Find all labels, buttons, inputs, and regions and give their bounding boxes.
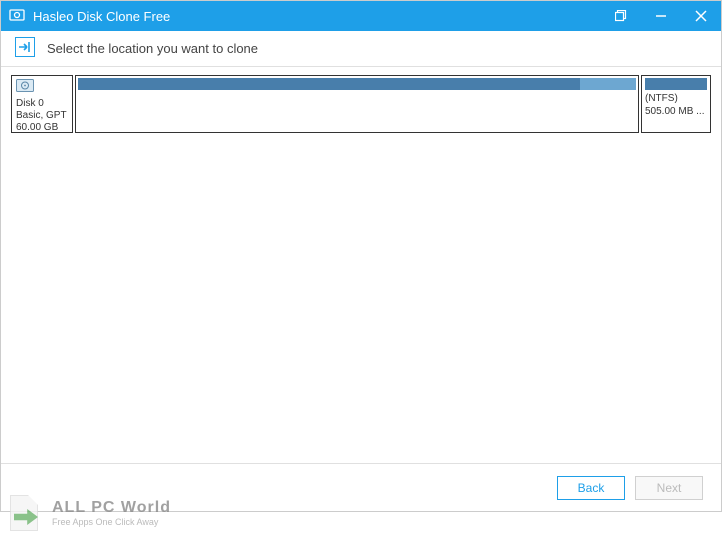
- partition-main[interactable]: [75, 75, 639, 133]
- partition-ntfs-size: 505.00 MB ...: [645, 106, 707, 119]
- disk-size: 60.00 GB: [16, 122, 68, 134]
- disk-name: Disk 0: [16, 98, 68, 110]
- back-button[interactable]: Back: [557, 476, 625, 500]
- button-bar: Back Next: [1, 463, 721, 511]
- disk-info-panel[interactable]: Disk 0 Basic, GPT 60.00 GB: [11, 75, 73, 133]
- titlebar-left: Hasleo Disk Clone Free: [1, 8, 601, 24]
- disk-icon: [16, 79, 68, 97]
- partition-usage-bar: [78, 78, 636, 90]
- partition-ntfs-bar: [645, 78, 707, 90]
- partition-ntfs-label: (NTFS): [645, 93, 707, 106]
- disk-row[interactable]: Disk 0 Basic, GPT 60.00 GB (NTFS) 505.00…: [11, 75, 711, 133]
- app-window: Hasleo Disk Clone Free: [0, 0, 722, 512]
- app-title: Hasleo Disk Clone Free: [33, 9, 170, 24]
- instruction-bar: Select the location you want to clone: [1, 31, 721, 67]
- titlebar: Hasleo Disk Clone Free: [1, 1, 721, 31]
- restore-button[interactable]: [601, 1, 641, 31]
- partition-free-segment: [580, 78, 636, 90]
- partition-used-segment: [78, 78, 580, 90]
- close-button[interactable]: [681, 1, 721, 31]
- partition-ntfs[interactable]: (NTFS) 505.00 MB ...: [641, 75, 711, 133]
- titlebar-controls: [601, 1, 721, 31]
- disk-type: Basic, GPT: [16, 110, 68, 122]
- content-area: Disk 0 Basic, GPT 60.00 GB (NTFS) 505.00…: [1, 67, 721, 463]
- minimize-button[interactable]: [641, 1, 681, 31]
- next-button: Next: [635, 476, 703, 500]
- instruction-text: Select the location you want to clone: [47, 41, 258, 56]
- clone-arrow-icon: [15, 37, 35, 60]
- app-icon: [9, 8, 25, 24]
- watermark-tagline: Free Apps One Click Away: [52, 517, 171, 527]
